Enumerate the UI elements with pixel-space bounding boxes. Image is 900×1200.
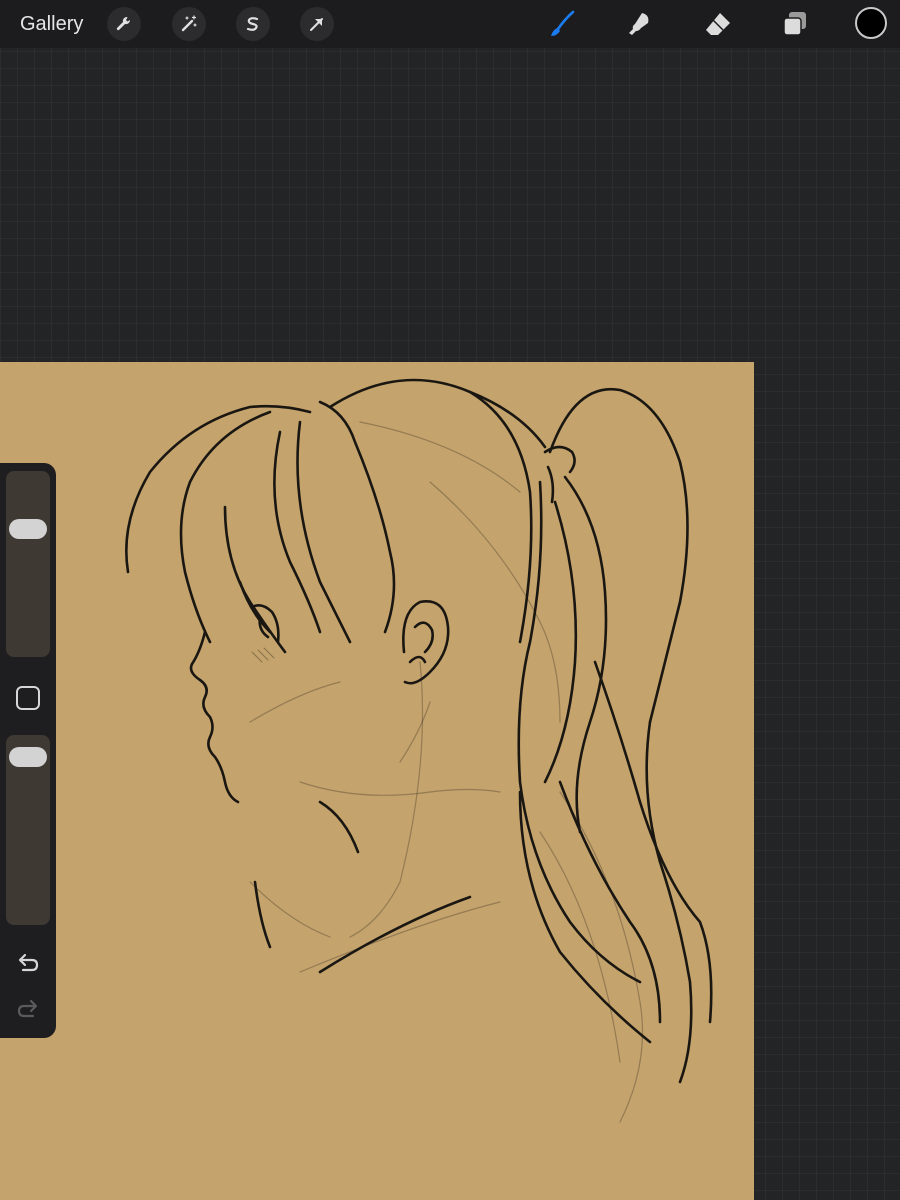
smudge-tool-button[interactable] [621, 6, 657, 42]
modify-button[interactable] [16, 686, 40, 710]
transform-button[interactable] [300, 7, 334, 41]
adjustments-button[interactable] [172, 7, 206, 41]
drawing-canvas[interactable] [0, 362, 754, 1200]
layers-icon [783, 12, 806, 36]
selection-s-icon [246, 17, 259, 31]
paint-tool-button[interactable] [544, 6, 580, 42]
redo-icon [17, 999, 38, 1018]
erase-tool-button[interactable] [700, 6, 736, 42]
top-toolbar: Gallery [0, 0, 900, 48]
opacity-slider[interactable] [6, 735, 50, 925]
actions-button[interactable] [107, 7, 141, 41]
brush-icon [551, 10, 575, 36]
undo-button[interactable] [14, 951, 42, 975]
gallery-button[interactable]: Gallery [20, 12, 83, 36]
brush-size-slider[interactable] [6, 471, 50, 657]
undo-icon [18, 953, 39, 972]
left-sidebar [0, 463, 56, 1038]
smudge-icon [629, 13, 649, 35]
wrench-icon [116, 16, 131, 31]
magic-wand-icon [181, 15, 197, 32]
eraser-icon [706, 13, 730, 35]
opacity-slider-thumb[interactable] [9, 747, 47, 768]
sketch-artwork [125, 378, 713, 1123]
layers-button[interactable] [777, 6, 813, 42]
selection-button[interactable] [236, 7, 270, 41]
redo-button[interactable] [14, 997, 42, 1021]
color-picker-button[interactable] [855, 7, 887, 39]
arrow-cursor-icon [310, 18, 323, 31]
brush-size-slider-thumb[interactable] [9, 519, 47, 540]
